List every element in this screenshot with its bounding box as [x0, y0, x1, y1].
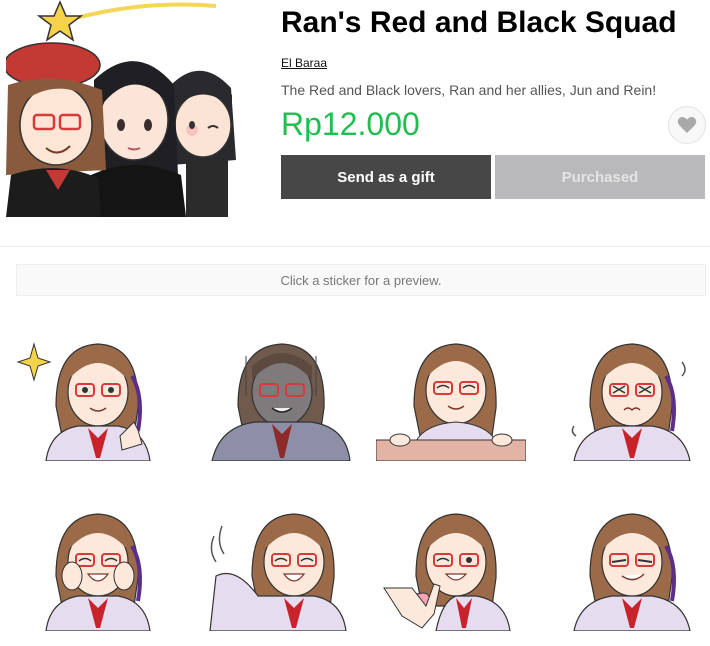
- sticker-heart-hands[interactable]: [376, 506, 526, 631]
- sticker-peeking-over-wall[interactable]: [376, 336, 526, 461]
- sticker-pack-main-image: [6, 0, 236, 217]
- section-divider: [0, 246, 710, 247]
- sticker-smirk[interactable]: [560, 506, 710, 631]
- sticker-happy-cheeks[interactable]: [16, 506, 166, 631]
- product-price: Rp12.000: [281, 106, 420, 142]
- preview-hint-bar: Click a sticker for a preview.: [16, 264, 706, 296]
- sticker-sparkle-thumbs[interactable]: [16, 336, 166, 461]
- sticker-waving[interactable]: [206, 506, 356, 631]
- heart-icon: [677, 117, 697, 133]
- author-link[interactable]: El Baraa: [281, 56, 327, 70]
- send-as-gift-button[interactable]: Send as a gift: [281, 155, 491, 199]
- sticker-nervous[interactable]: [560, 336, 710, 461]
- product-description: The Red and Black lovers, Ran and her al…: [281, 82, 657, 98]
- page-title: Ran's Red and Black Squad: [281, 6, 677, 39]
- sticker-gloomy[interactable]: [206, 336, 356, 461]
- purchased-button: Purchased: [495, 155, 705, 199]
- favorite-button[interactable]: [668, 106, 706, 144]
